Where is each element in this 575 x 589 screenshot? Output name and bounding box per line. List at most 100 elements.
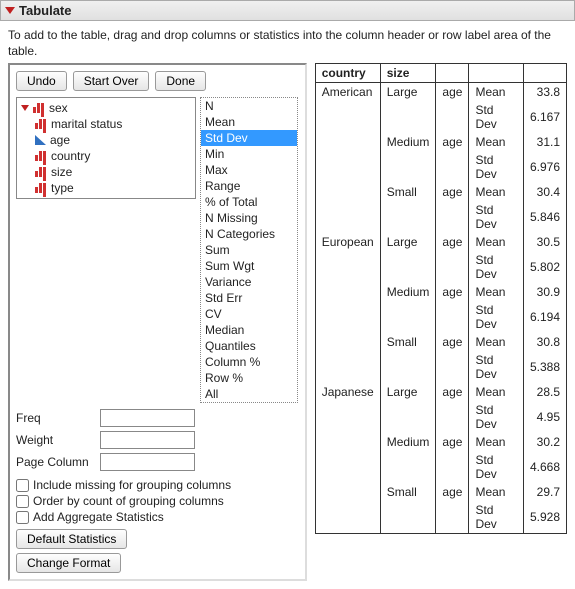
- cell-country: [315, 451, 380, 483]
- order-by-count-checkbox[interactable]: [16, 495, 29, 508]
- weight-input[interactable]: [100, 431, 195, 449]
- nominal-icon: [35, 183, 47, 193]
- cell-var: [436, 401, 469, 433]
- cell-size: [380, 251, 436, 283]
- cell-val: 30.4: [523, 183, 566, 201]
- freq-label: Freq: [16, 411, 94, 425]
- stat-item-all[interactable]: All: [201, 386, 297, 402]
- cell-stat: Mean: [469, 383, 524, 401]
- cell-size: [380, 151, 436, 183]
- nominal-icon: [35, 119, 47, 129]
- cell-var: [436, 451, 469, 483]
- cell-size: Medium: [380, 133, 436, 151]
- cell-country: [315, 501, 380, 534]
- cell-size: [380, 501, 436, 534]
- cell-country: European: [315, 233, 380, 251]
- order-by-count-label: Order by count of grouping columns: [33, 494, 224, 508]
- stat-item-n[interactable]: N: [201, 98, 297, 114]
- stat-item-mean[interactable]: Mean: [201, 114, 297, 130]
- column-list[interactable]: sexmarital statusagecountrysizetype: [16, 97, 196, 199]
- cell-val: 5.388: [523, 351, 566, 383]
- stat-item-min[interactable]: Min: [201, 146, 297, 162]
- column-item-age[interactable]: age: [19, 132, 193, 148]
- stat-item-variance[interactable]: Variance: [201, 274, 297, 290]
- stat-item-sum-wgt[interactable]: Sum Wgt: [201, 258, 297, 274]
- stat-item-range[interactable]: Range: [201, 178, 297, 194]
- column-item-sex[interactable]: sex: [19, 100, 193, 116]
- cell-stat: Std Dev: [469, 101, 524, 133]
- stat-item-quantiles[interactable]: Quantiles: [201, 338, 297, 354]
- cell-country: [315, 283, 380, 301]
- stat-item-sum[interactable]: Sum: [201, 242, 297, 258]
- cell-country: [315, 401, 380, 433]
- disclosure-icon[interactable]: [5, 7, 15, 14]
- undo-button[interactable]: Undo: [16, 71, 67, 91]
- cell-size: Large: [380, 383, 436, 401]
- stat-item-max[interactable]: Max: [201, 162, 297, 178]
- stat-item-n-missing[interactable]: N Missing: [201, 210, 297, 226]
- table-row: SmallageMean30.8: [315, 333, 566, 351]
- cell-val: 30.2: [523, 433, 566, 451]
- cell-var: [436, 201, 469, 233]
- table-row: Std Dev4.95: [315, 401, 566, 433]
- column-item-marital-status[interactable]: marital status: [19, 116, 193, 132]
- cell-size: [380, 401, 436, 433]
- cell-val: 30.9: [523, 283, 566, 301]
- statistics-list[interactable]: NMeanStd DevMinMaxRange% of TotalN Missi…: [200, 97, 298, 403]
- column-item-size[interactable]: size: [19, 164, 193, 180]
- table-row: Std Dev4.668: [315, 451, 566, 483]
- page-column-label: Page Column: [16, 455, 94, 469]
- done-button[interactable]: Done: [155, 71, 206, 91]
- table-row: MediumageMean30.9: [315, 283, 566, 301]
- header-country[interactable]: country: [315, 64, 380, 83]
- cell-stat: Std Dev: [469, 451, 524, 483]
- column-item-country[interactable]: country: [19, 148, 193, 164]
- cell-val: 29.7: [523, 483, 566, 501]
- cell-country: [315, 251, 380, 283]
- table-row: Std Dev5.928: [315, 501, 566, 534]
- include-missing-checkbox[interactable]: [16, 479, 29, 492]
- cell-val: 5.802: [523, 251, 566, 283]
- cell-val: 5.928: [523, 501, 566, 534]
- default-statistics-button[interactable]: Default Statistics: [16, 529, 127, 549]
- change-format-button[interactable]: Change Format: [16, 553, 121, 573]
- cell-val: 4.668: [523, 451, 566, 483]
- cell-var: age: [436, 433, 469, 451]
- cell-val: 6.194: [523, 301, 566, 333]
- stat-item-std-err[interactable]: Std Err: [201, 290, 297, 306]
- cell-size: Large: [380, 233, 436, 251]
- cell-val: 30.8: [523, 333, 566, 351]
- freq-input[interactable]: [100, 409, 195, 427]
- stat-item-cv[interactable]: CV: [201, 306, 297, 322]
- header-size[interactable]: size: [380, 64, 436, 83]
- cell-val: 6.976: [523, 151, 566, 183]
- add-aggregate-checkbox[interactable]: [16, 511, 29, 524]
- cell-val: 30.5: [523, 233, 566, 251]
- header-blank2: [469, 64, 524, 83]
- stat-item-std-dev[interactable]: Std Dev: [201, 130, 297, 146]
- control-panel: Undo Start Over Done sexmarital statusag…: [8, 63, 307, 581]
- result-table-wrap: country size AmericanLargeageMean33.8Std…: [315, 63, 567, 534]
- cell-val: 6.167: [523, 101, 566, 133]
- cell-var: age: [436, 233, 469, 251]
- cell-country: [315, 101, 380, 133]
- stat-item--of-total[interactable]: % of Total: [201, 194, 297, 210]
- nominal-icon: [35, 151, 47, 161]
- cell-size: [380, 451, 436, 483]
- stat-item-median[interactable]: Median: [201, 322, 297, 338]
- cell-var: [436, 151, 469, 183]
- cell-size: Medium: [380, 283, 436, 301]
- stat-item-row-[interactable]: Row %: [201, 370, 297, 386]
- cell-var: age: [436, 183, 469, 201]
- cell-country: [315, 201, 380, 233]
- cell-stat: Std Dev: [469, 351, 524, 383]
- cell-stat: Mean: [469, 83, 524, 102]
- stat-item-n-categories[interactable]: N Categories: [201, 226, 297, 242]
- start-over-button[interactable]: Start Over: [73, 71, 150, 91]
- column-item-type[interactable]: type: [19, 180, 193, 196]
- cell-stat: Mean: [469, 333, 524, 351]
- column-label: age: [50, 133, 70, 147]
- page-column-input[interactable]: [100, 453, 195, 471]
- stat-item-column-[interactable]: Column %: [201, 354, 297, 370]
- table-row: Std Dev6.976: [315, 151, 566, 183]
